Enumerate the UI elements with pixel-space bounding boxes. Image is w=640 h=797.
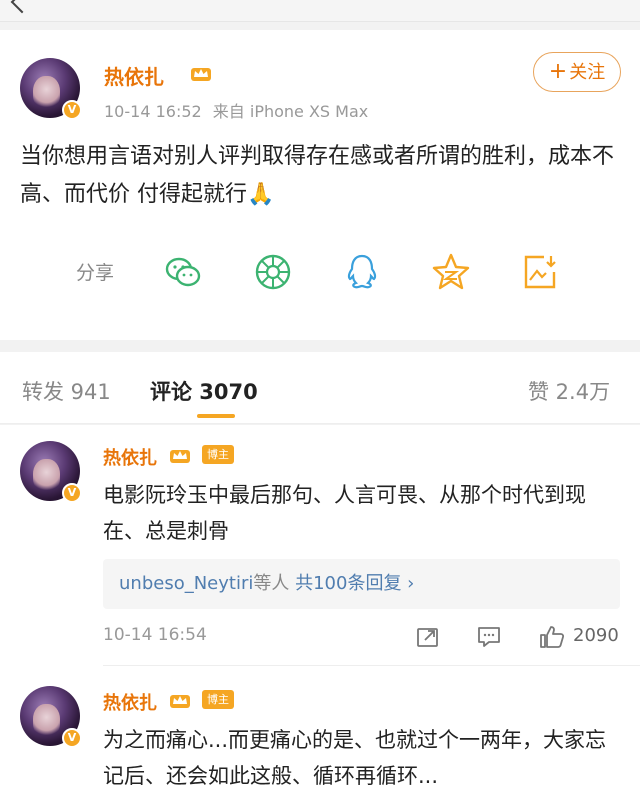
tab-likes[interactable]: 赞 2.4万	[528, 376, 610, 406]
reply-etc: 等人	[253, 573, 290, 594]
share-row: 分享	[0, 252, 640, 292]
share-label: 分享	[76, 262, 115, 284]
comment-item: V 热依扎 博主 为之而痛心...而更痛心的是、也就过个一两年，大家忘记后、还会…	[0, 670, 640, 797]
crown-icon	[191, 68, 211, 81]
post-text-body: 当你想用言语对别人评判取得存在感或者所谓的胜利，成本不高、而代价 付得起就行	[20, 144, 615, 207]
verified-badge-icon: V	[62, 100, 82, 120]
active-tab-indicator	[197, 414, 235, 418]
verified-badge-icon: V	[62, 728, 82, 748]
comment-footer: 10-14 16:54 2090	[103, 625, 623, 651]
author-badge: 博主	[202, 445, 234, 464]
comment-list: V 热依扎 博主 电影阮玲玉中最后那句、人言可畏、从那个时代到现在、总是刺骨 u…	[0, 425, 640, 797]
verified-badge-icon: V	[62, 483, 82, 503]
comment-item: V 热依扎 博主 电影阮玲玉中最后那句、人言可畏、从那个时代到现在、总是刺骨 u…	[0, 425, 640, 665]
reply-count-link[interactable]: 共100条回复 ›	[295, 573, 414, 594]
comment-divider	[103, 665, 640, 666]
top-bar	[0, 0, 640, 22]
crown-icon	[170, 450, 190, 463]
wechat-icon[interactable]	[163, 252, 203, 292]
like-count: 2090	[573, 625, 619, 646]
save-image-icon[interactable]	[520, 252, 560, 292]
comment-text: 电影阮玲玉中最后那句、人言可畏、从那个时代到现在、总是刺骨	[103, 483, 586, 543]
tab-comments[interactable]: 评论 3070	[150, 376, 258, 406]
tab-repost[interactable]: 转发 941	[22, 376, 111, 406]
reply-user-link[interactable]: unbeso_Neytiri	[119, 573, 253, 594]
moments-icon[interactable]	[253, 252, 293, 292]
comment-username[interactable]: 热依扎	[103, 444, 157, 470]
post-username[interactable]: 热依扎	[104, 61, 164, 90]
plus-icon: +	[548, 59, 568, 84]
post-card: V 热依扎 10-14 16:52 来自 iPhone XS Max + 关注 当…	[0, 30, 640, 340]
follow-button[interactable]: + 关注	[533, 52, 621, 92]
comment-icon[interactable]	[476, 625, 502, 649]
replies-preview[interactable]: unbeso_Neytiri等人 共100条回复 ›	[103, 559, 620, 609]
post-meta: 10-14 16:52 来自 iPhone XS Max	[104, 98, 374, 122]
post-source: 来自 iPhone XS Max	[212, 102, 369, 121]
comment-username[interactable]: 热依扎	[103, 689, 157, 715]
comment-time: 10-14 16:54	[103, 625, 207, 645]
comment-text: 为之而痛心...而更痛心的是、也就过个一两年，大家忘记后、还会如此这般、循环再循…	[103, 728, 607, 788]
crown-icon	[170, 695, 190, 708]
back-icon[interactable]	[10, 0, 34, 14]
pray-emoji-icon: 🙏	[247, 182, 275, 207]
qzone-icon[interactable]	[431, 252, 471, 292]
post-time: 10-14 16:52	[104, 102, 202, 121]
follow-label: 关注	[569, 62, 606, 83]
tab-bar: 转发 941 评论 3070 赞 2.4万	[0, 352, 640, 424]
like-icon[interactable]	[539, 625, 565, 649]
post-text: 当你想用言语对别人评判取得存在感或者所谓的胜利，成本不高、而代价 付得起就行🙏	[20, 138, 625, 214]
repost-icon[interactable]	[415, 625, 441, 649]
author-badge: 博主	[202, 690, 234, 709]
qq-icon[interactable]	[342, 252, 382, 292]
